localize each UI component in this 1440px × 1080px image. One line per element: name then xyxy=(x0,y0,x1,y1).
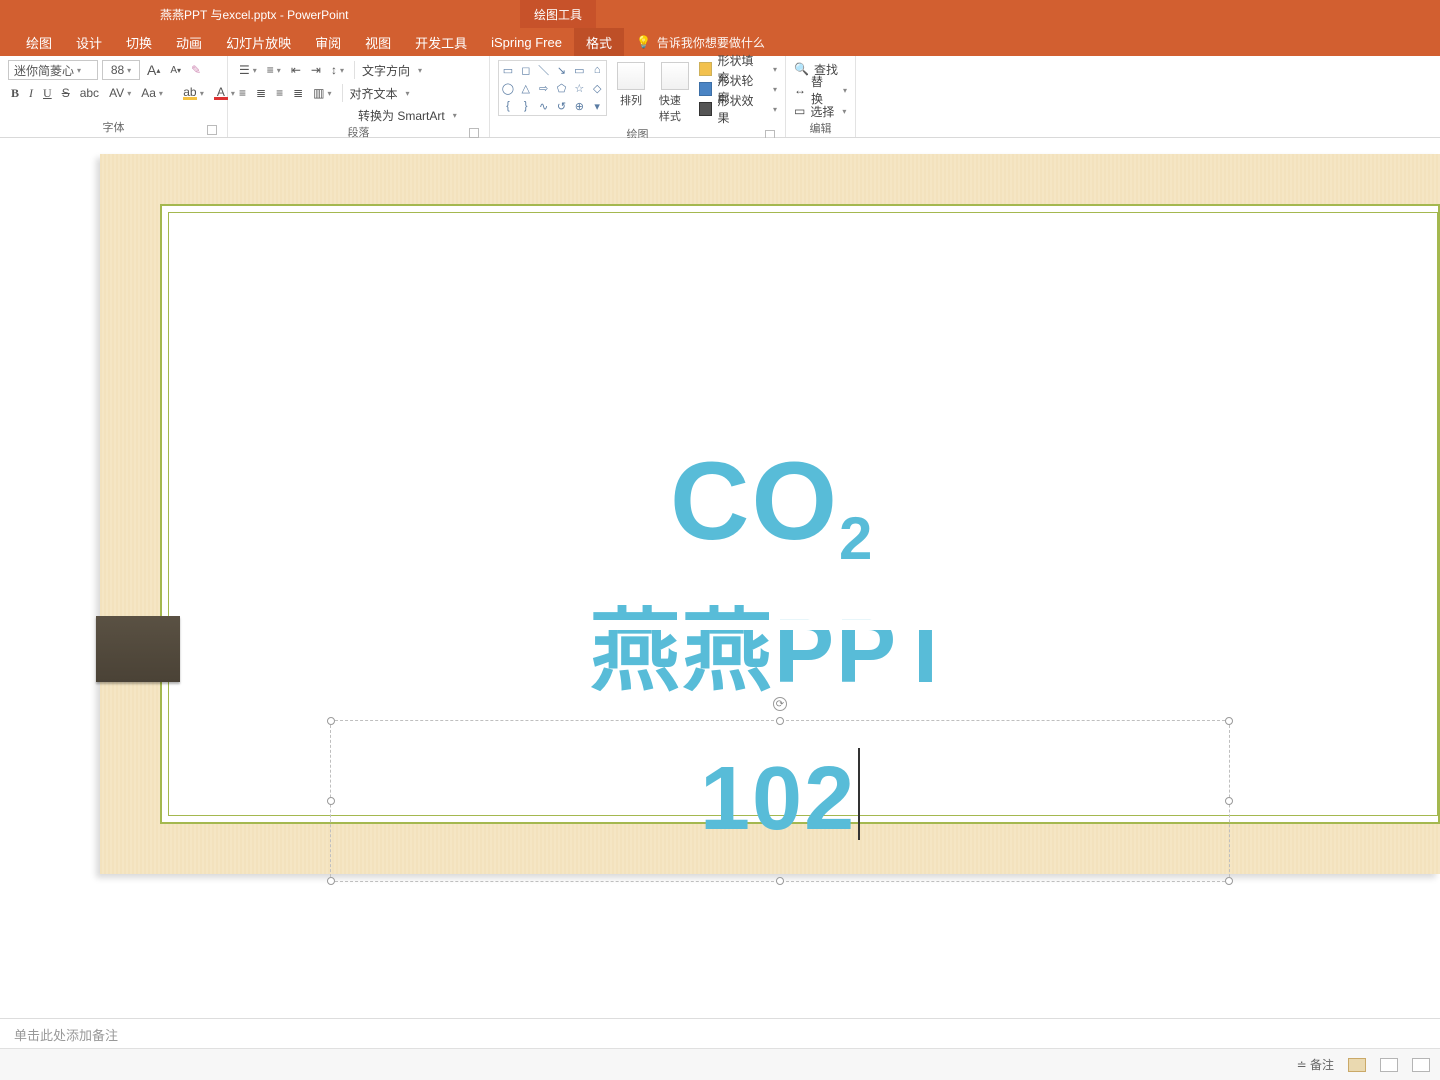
quick-styles-button[interactable]: 快速样式 xyxy=(655,60,695,126)
tab-developer[interactable]: 开发工具 xyxy=(403,28,479,56)
replace-icon: ↔ xyxy=(794,83,806,97)
resize-handle-bl[interactable] xyxy=(327,877,335,885)
notes-pane[interactable]: 单击此处添加备注 xyxy=(0,1018,1440,1048)
align-center-button[interactable]: ≣ xyxy=(253,83,269,103)
tab-format[interactable]: 格式 xyxy=(574,28,624,56)
group-label-font: 字体 xyxy=(103,122,125,134)
tab-view[interactable]: 视图 xyxy=(353,28,403,56)
textbox-selection[interactable]: ⟳ xyxy=(330,720,1230,882)
text-co2-sub: 2 xyxy=(839,505,874,572)
view-sorter-button[interactable] xyxy=(1380,1058,1398,1072)
tell-me-placeholder: 告诉我你想要做什么 xyxy=(657,34,765,51)
resize-handle-b[interactable] xyxy=(776,877,784,885)
text-direction-button[interactable]: 文字方向 xyxy=(362,61,422,79)
smartart-label: 转换为 SmartArt xyxy=(358,107,445,124)
quick-styles-label: 快速样式 xyxy=(659,92,691,124)
group-label-editing: 编辑 xyxy=(810,123,832,135)
clear-format-button[interactable]: ✎ xyxy=(188,60,204,80)
tab-slideshow[interactable]: 幻灯片放映 xyxy=(214,28,303,56)
select-label: 选择 xyxy=(810,103,834,120)
tell-me-search[interactable]: 💡 告诉我你想要做什么 xyxy=(624,28,765,56)
quick-styles-icon xyxy=(661,62,689,90)
title-bar: 燕燕PPT 与excel.pptx - PowerPoint 绘图工具 xyxy=(0,0,1440,28)
document-title: 燕燕PPT 与excel.pptx - PowerPoint xyxy=(160,6,349,23)
tab-review[interactable]: 审阅 xyxy=(303,28,353,56)
grow-font-button[interactable]: A▴ xyxy=(144,60,163,80)
align-text-label: 对齐文本 xyxy=(350,85,398,102)
shapes-gallery[interactable]: ▭◻＼↘▭⌂ ◯△⇨⬠☆◇ {}∿↺⊕▾ xyxy=(498,60,607,116)
tape-decoration xyxy=(96,616,180,682)
align-right-button[interactable]: ≡ xyxy=(273,83,286,103)
tab-design[interactable]: 设计 xyxy=(64,28,114,56)
slide-stage: CO2 燕燕PPT 102 ⟳ xyxy=(0,138,1440,1048)
columns-button[interactable]: ▥ xyxy=(310,83,334,103)
rotate-handle[interactable]: ⟳ xyxy=(773,697,787,711)
tab-draw[interactable]: 绘图 xyxy=(14,28,64,56)
group-editing: 🔍查找 ↔替换 ▭选择 编辑 xyxy=(786,56,856,137)
view-normal-button[interactable] xyxy=(1348,1058,1366,1072)
group-font: 迷你简菱心 88 A▴ A▾ ✎ B I U S abc AV Aa ab A … xyxy=(0,56,228,137)
shrink-font-button[interactable]: A▾ xyxy=(167,60,184,80)
arrange-icon xyxy=(617,62,645,90)
line-spacing-button[interactable]: ↕ xyxy=(328,60,347,80)
text-shadow-button[interactable]: abc xyxy=(77,83,102,103)
resize-handle-tl[interactable] xyxy=(327,717,335,725)
ribbon: 迷你简菱心 88 A▴ A▾ ✎ B I U S abc AV Aa ab A … xyxy=(0,56,1440,138)
justify-button[interactable]: ≣ xyxy=(290,83,306,103)
separator xyxy=(354,61,355,79)
notes-placeholder: 单击此处添加备注 xyxy=(14,1028,118,1043)
tab-ispring[interactable]: iSpring Free xyxy=(479,28,574,56)
italic-button[interactable]: I xyxy=(26,83,36,103)
select-button[interactable]: ▭ 选择 xyxy=(794,102,847,120)
decrease-indent-button[interactable]: ⇤ xyxy=(288,60,304,80)
font-name-combo[interactable]: 迷你简菱心 xyxy=(8,60,98,80)
tab-animations[interactable]: 动画 xyxy=(164,28,214,56)
status-bar: ≐ 备注 xyxy=(0,1048,1440,1080)
convert-smartart-button[interactable]: 转换为 SmartArt xyxy=(358,106,457,124)
select-icon: ▭ xyxy=(794,104,805,118)
change-case-button[interactable]: Aa xyxy=(138,83,166,103)
char-spacing-button[interactable]: AV xyxy=(106,83,134,103)
resize-handle-l[interactable] xyxy=(327,797,335,805)
resize-handle-tr[interactable] xyxy=(1225,717,1233,725)
underline-button[interactable]: U xyxy=(40,83,55,103)
status-notes-button[interactable]: ≐ 备注 xyxy=(1297,1056,1334,1073)
highlight-color-button[interactable]: ab xyxy=(180,83,207,103)
tab-transitions[interactable]: 切换 xyxy=(114,28,164,56)
resize-handle-br[interactable] xyxy=(1225,877,1233,885)
resize-handle-t[interactable] xyxy=(776,717,784,725)
bullets-button[interactable]: ☰ xyxy=(236,60,260,80)
contextual-tab-label: 绘图工具 xyxy=(520,0,596,28)
shape-effects-button[interactable]: 形状效果 xyxy=(699,100,777,118)
find-icon: 🔍 xyxy=(794,62,809,76)
arrange-button[interactable]: 排列 xyxy=(611,60,651,110)
arrange-label: 排列 xyxy=(620,92,642,108)
shape-effects-label: 形状效果 xyxy=(717,92,765,126)
bulb-icon: 💡 xyxy=(636,35,651,49)
font-dialog-launcher[interactable] xyxy=(207,125,217,135)
effects-swatch-icon xyxy=(699,102,713,116)
replace-button[interactable]: ↔替换 xyxy=(794,81,847,99)
text-yanyan-ppt[interactable]: 燕燕PPT xyxy=(590,578,955,708)
text-cursor xyxy=(858,748,860,840)
text-co2[interactable]: CO2 xyxy=(670,438,874,565)
align-left-button[interactable]: ≡ xyxy=(236,83,249,103)
align-text-button[interactable]: 对齐文本 xyxy=(350,84,410,102)
numbering-button[interactable]: ≡ xyxy=(264,60,284,80)
view-reading-button[interactable] xyxy=(1412,1058,1430,1072)
font-size-combo[interactable]: 88 xyxy=(102,60,140,80)
text-co2-main: CO xyxy=(670,440,839,563)
strikethrough-button[interactable]: S xyxy=(59,83,73,103)
text-direction-label: 文字方向 xyxy=(362,62,410,79)
group-drawing: ▭◻＼↘▭⌂ ◯△⇨⬠☆◇ {}∿↺⊕▾ 排列 快速样式 形状填充 形状轮廓 形… xyxy=(490,56,786,137)
bold-button[interactable]: B xyxy=(8,83,22,103)
resize-handle-r[interactable] xyxy=(1225,797,1233,805)
outline-swatch-icon xyxy=(699,82,713,96)
separator xyxy=(342,84,343,102)
increase-indent-button[interactable]: ⇥ xyxy=(308,60,324,80)
ribbon-tabs: 绘图 设计 切换 动画 幻灯片放映 审阅 视图 开发工具 iSpring Fre… xyxy=(0,28,1440,56)
paragraph-dialog-launcher[interactable] xyxy=(469,128,479,138)
fill-swatch-icon xyxy=(699,62,713,76)
group-paragraph: ☰ ≡ ⇤ ⇥ ↕ 文字方向 ≡ ≣ ≡ ≣ ▥ 对齐文本 转换为 SmartA… xyxy=(228,56,490,137)
